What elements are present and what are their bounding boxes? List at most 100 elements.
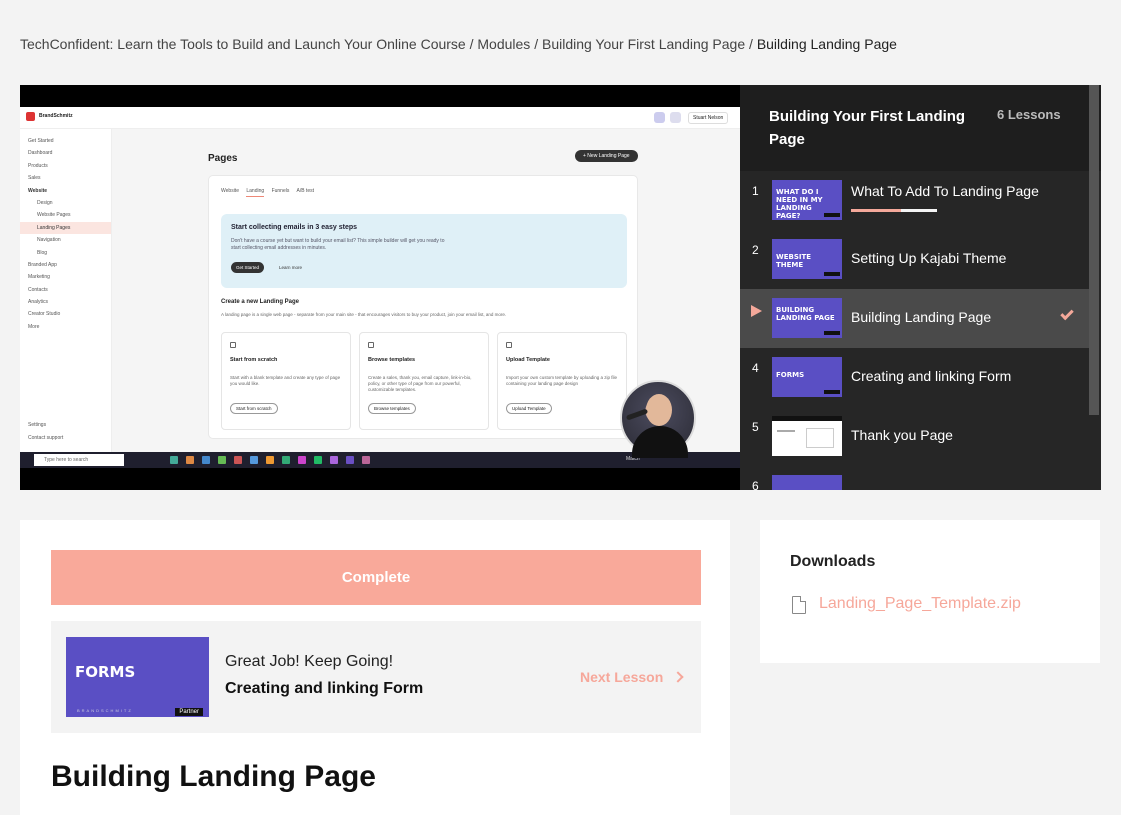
downloads-panel: Downloads Landing_Page_Template.zip (760, 520, 1100, 663)
sidebar-item: Landing Pages (20, 221, 111, 235)
app-icon (218, 456, 226, 464)
sidebar-item: Dashboard (28, 150, 53, 157)
email-banner: Start collecting emails in 3 easy steps … (221, 214, 627, 288)
presenter-face (646, 394, 672, 426)
video-app-sidebar: Get Started Dashboard Products Sales Web… (20, 129, 112, 452)
lesson-item[interactable]: 4 FORMS Creating and linking Form (740, 348, 1089, 407)
sidebar-item: Contact support (28, 434, 64, 441)
lesson-title: Creating and linking Form (851, 368, 1012, 384)
chevron-right-icon[interactable] (672, 671, 684, 683)
thumb-text: FORMS (776, 371, 805, 379)
option-button: Upload Template (506, 403, 552, 414)
learn-more-link: Learn more (279, 265, 303, 270)
lesson-thumbnail: FORMS (772, 357, 842, 397)
tab-website: Website (221, 188, 239, 194)
pages-tabs: Website Landing Funnels A/B test (221, 188, 320, 197)
lesson-item-current[interactable]: BUILDING LANDING PAGE Building Landing P… (740, 289, 1089, 348)
lesson-item[interactable]: 1 WHAT DO I NEED IN MY LANDING PAGE? Wha… (740, 171, 1089, 230)
upload-icon (506, 342, 512, 348)
lesson-number: 5 (752, 420, 759, 434)
lesson-panel: Complete FORMS BRANDSCHMITZ Partner Grea… (20, 520, 730, 815)
app-icon (250, 456, 258, 464)
complete-button[interactable]: Complete (51, 550, 701, 605)
breadcrumb-separator: / (469, 36, 474, 52)
thumb-text: FORMS (75, 663, 136, 681)
app-icon (314, 456, 322, 464)
app-icon (266, 456, 274, 464)
option-card-scratch: Start from scratch Start with a blank te… (221, 332, 351, 430)
lesson-title: What To Add To Landing Page (851, 183, 1039, 199)
app-icon (346, 456, 354, 464)
download-link[interactable]: Landing_Page_Template.zip (819, 595, 1021, 613)
thumb-brand: BRANDSCHMITZ (77, 708, 133, 713)
lesson-thumbnail (772, 475, 842, 490)
tab-landing: Landing (246, 188, 265, 197)
lesson-title: Thank you Page (851, 427, 953, 443)
user-menu: Stuart Nelson (688, 112, 729, 124)
option-desc: Import your own custom template by uploa… (506, 375, 618, 386)
sidebar-item: Design (37, 199, 53, 206)
option-title: Upload Template (506, 357, 550, 363)
app-icon (362, 456, 370, 464)
app-brand: BrandSchmitz (39, 113, 73, 119)
presenter-body (632, 426, 688, 458)
lesson-item[interactable]: 6 (740, 466, 1089, 490)
sidebar-item: Branded App (28, 261, 57, 268)
app-icon (170, 456, 178, 464)
file-icon (792, 596, 806, 614)
sidebar-item: Blog (37, 249, 48, 256)
lesson-item[interactable]: 2 WEBSITE THEME Setting Up Kajabi Theme (740, 230, 1089, 289)
breadcrumb-course-link[interactable]: TechConfident: Learn the Tools to Build … (20, 36, 466, 52)
partner-tag: Partner (175, 708, 203, 716)
next-lesson-title: Creating and linking Form (225, 680, 424, 697)
playlist-title: Building Your First Landing Page (769, 108, 966, 148)
partner-tag (824, 213, 840, 217)
sidebar-item: Products (28, 162, 48, 169)
lesson-number: 4 (752, 361, 759, 375)
lesson-item[interactable]: 5 Thank you Page (740, 407, 1089, 466)
sidebar-item: Settings (28, 422, 47, 429)
lesson-number: 2 (752, 243, 759, 257)
app-icon (202, 456, 210, 464)
lesson-progress-fill (851, 209, 901, 212)
option-button: Start from scratch (230, 403, 278, 414)
lesson-title: Building Landing Page (51, 760, 376, 793)
option-card-upload: Upload Template Import your own custom t… (497, 332, 627, 430)
sidebar-item: Website (28, 187, 48, 194)
breadcrumb-module-link[interactable]: Building Your First Landing Page (542, 36, 745, 52)
next-lesson-card[interactable]: FORMS BRANDSCHMITZ Partner Great Job! Ke… (51, 621, 701, 733)
create-heading: Create a new Landing Page (221, 299, 300, 305)
lesson-thumbnail (772, 416, 842, 456)
app-logo-icon (26, 112, 35, 121)
next-lesson-link[interactable]: Next Lesson (580, 669, 663, 685)
wand-icon (654, 112, 665, 123)
play-icon (751, 305, 762, 317)
app-icon (234, 456, 242, 464)
breadcrumb-separator: / (534, 36, 539, 52)
video-player[interactable]: BrandSchmitz Stuart Nelson Get Started D… (20, 85, 740, 490)
option-title: Browse templates (368, 357, 416, 363)
pages-card: Website Landing Funnels A/B test Start c… (208, 175, 638, 439)
sidebar-item: Creator Studio (28, 311, 61, 318)
breadcrumb: TechConfident: Learn the Tools to Build … (20, 36, 897, 52)
lesson-thumbnail: WEBSITE THEME (772, 239, 842, 279)
grid-icon (368, 342, 374, 348)
next-lesson-thumbnail[interactable]: FORMS BRANDSCHMITZ Partner (66, 637, 209, 717)
sidebar-item: Contacts (28, 286, 48, 293)
playlist-scrollbar[interactable] (1089, 85, 1099, 415)
option-card-templates: Browse templates Create a sales, thank y… (359, 332, 489, 430)
partner-tag (824, 272, 840, 276)
thumb-box (806, 428, 834, 448)
lesson-number: 1 (752, 184, 759, 198)
playlist-header: Building Your First Landing Page 6 Lesso… (740, 85, 1101, 171)
new-landing-page-button: + New Landing Page (575, 150, 638, 162)
breadcrumb-separator: / (749, 36, 753, 52)
breadcrumb-modules-link[interactable]: Modules (477, 36, 530, 52)
app-icon (282, 456, 290, 464)
sidebar-item: More (28, 323, 40, 330)
lesson-thumbnail: WHAT DO I NEED IN MY LANDING PAGE? (772, 180, 842, 220)
app-icon (186, 456, 194, 464)
option-button: Browse templates (368, 403, 416, 414)
tab-ab-test: A/B test (296, 188, 314, 194)
thumb-bar (772, 416, 842, 421)
